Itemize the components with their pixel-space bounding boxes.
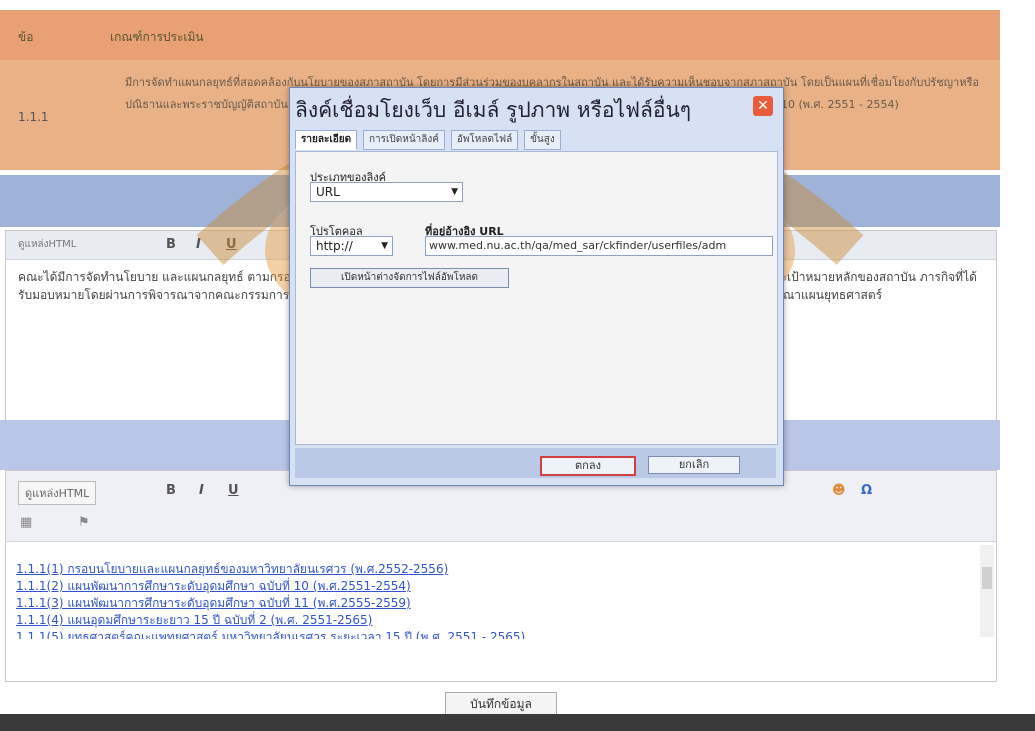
document-link[interactable]: 1.1.1(3) แผนพัฒนาการศึกษาระดับอุดมศึกษา …	[16, 595, 525, 612]
protocol-select[interactable]: http:// ▼	[310, 236, 393, 256]
underline-icon[interactable]: U	[226, 237, 237, 252]
browse-server-button[interactable]: เปิดหน้าต่างจัดการไฟล์อัพโหลด	[310, 268, 509, 288]
bold-icon[interactable]: B	[166, 483, 176, 498]
document-link[interactable]: 1.1.1(1) กรอบนโยบายและแผนกลยุทธ์ของมหาวิ…	[16, 561, 525, 578]
dialog-title: ลิงค์เชื่อมโยงเว็บ อีเมล์ รูปภาพ หรือไฟล…	[295, 98, 692, 122]
footer-bar	[0, 714, 1035, 731]
link-type-value: URL	[316, 185, 340, 199]
dialog-panel: ประเภทของลิงค์ URL ▼ โปรโตคอล ที่อยู่อ้า…	[295, 151, 778, 445]
url-input[interactable]: www.med.nu.ac.th/qa/med_sar/ckfinder/use…	[425, 236, 773, 256]
dialog-tabs: รายละเอียด การเปิดหน้าลิงค์ อัพโหลดไฟล์ …	[295, 130, 563, 150]
underline-icon[interactable]: U	[228, 483, 239, 498]
column-header-criteria: เกณฑ์การประเมิน	[110, 30, 204, 44]
source-button[interactable]: ดูแหล่งHTML	[18, 481, 97, 505]
document-link[interactable]: 1.1.1(4) แผนอุดมศึกษาระยะยาว 15 ปี ฉบับท…	[16, 612, 525, 629]
rich-text-editor-2[interactable]: ดูแหล่งHTML B I U ☻ Ω ▦ ⚑ 1.1.1(1) กรอบน…	[5, 470, 997, 682]
omega-icon[interactable]: Ω	[861, 483, 872, 498]
italic-icon[interactable]: I	[196, 237, 201, 252]
italic-icon[interactable]: I	[199, 483, 204, 498]
ok-button[interactable]: ตกลง	[540, 456, 636, 476]
dialog-footer: ตกลง ยกเลิก	[295, 448, 776, 478]
source-button[interactable]: ดูแหล่งHTML	[18, 237, 76, 252]
chevron-down-icon: ▼	[451, 187, 458, 197]
tab-details[interactable]: รายละเอียด	[295, 130, 358, 150]
scrollbar[interactable]	[980, 545, 994, 637]
tab-target[interactable]: การเปิดหน้าลิงค์	[362, 130, 445, 150]
cancel-button[interactable]: ยกเลิก	[648, 456, 740, 474]
row-number: 1.1.1	[18, 110, 49, 124]
table-header-row: ข้อ เกณฑ์การประเมิน	[0, 10, 1000, 60]
protocol-value: http://	[316, 239, 353, 253]
save-button[interactable]: บันทึกข้อมูล	[445, 692, 557, 716]
document-links: 1.1.1(1) กรอบนโยบายและแผนกลยุทธ์ของมหาวิ…	[16, 561, 525, 639]
column-header-no: ข้อ	[18, 30, 34, 44]
flag-icon[interactable]: ⚑	[78, 515, 90, 530]
format-icon[interactable]: ▦	[20, 515, 32, 530]
bold-icon[interactable]: B	[166, 237, 176, 252]
tab-upload[interactable]: อัพโหลดไฟล์	[450, 130, 519, 150]
close-icon[interactable]: ✕	[753, 96, 773, 116]
scrollbar-thumb[interactable]	[982, 567, 992, 589]
document-link[interactable]: 1.1.1(2) แผนพัฒนาการศึกษาระดับอุดมศึกษา …	[16, 578, 525, 595]
smiley-icon[interactable]: ☻	[832, 483, 846, 498]
link-dialog: ลิงค์เชื่อมโยงเว็บ อีเมล์ รูปภาพ หรือไฟล…	[289, 87, 784, 486]
link-type-select[interactable]: URL ▼	[310, 182, 463, 202]
tab-advanced[interactable]: ขั้นสูง	[524, 130, 561, 150]
chevron-down-icon: ▼	[381, 241, 388, 251]
document-link[interactable]: 1.1.1(5) ยุทธศาสตร์คณะแพทยศาสตร์ มหาวิทย…	[16, 629, 525, 639]
